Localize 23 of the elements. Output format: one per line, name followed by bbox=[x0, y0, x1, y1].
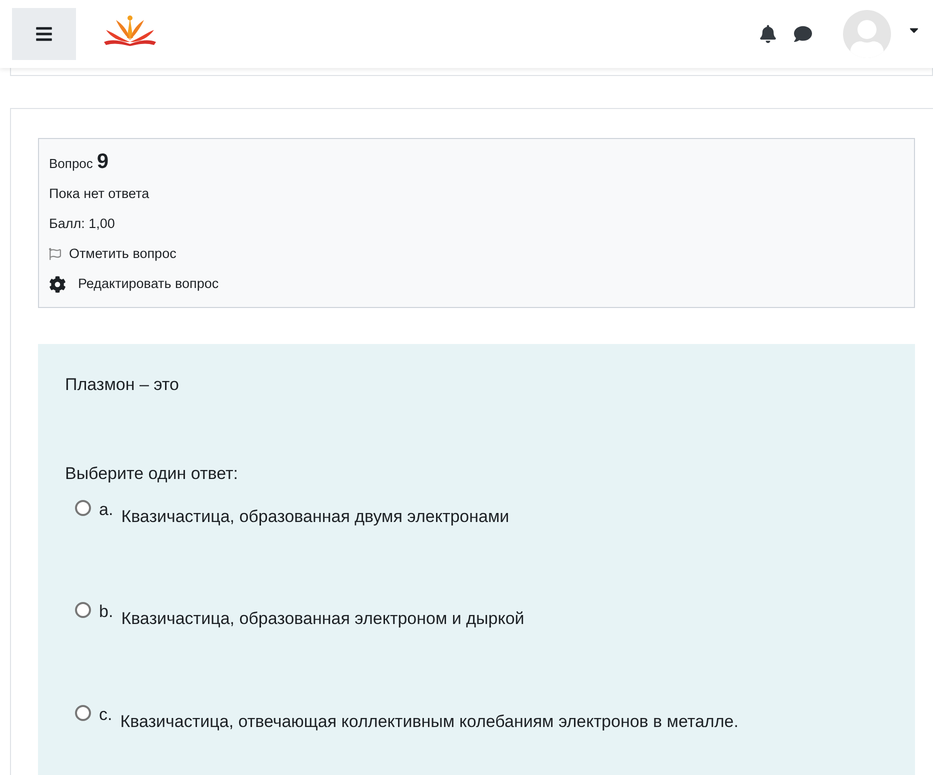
option-letter: b. bbox=[99, 601, 114, 623]
menu-icon bbox=[35, 25, 53, 43]
radio-button[interactable] bbox=[75, 602, 91, 618]
question-number: 9 bbox=[96, 151, 109, 172]
option-text: Квазичастица, образованная электроном и дыркой bbox=[121, 608, 524, 630]
message-icon[interactable] bbox=[793, 25, 813, 43]
radio-button[interactable] bbox=[75, 500, 91, 516]
edit-question-link[interactable]: Редактировать вопрос bbox=[78, 274, 219, 294]
settings-icon bbox=[49, 276, 66, 293]
question-label: Вопрос bbox=[49, 155, 93, 173]
answer-prompt: Выберите один ответ: bbox=[65, 463, 239, 485]
menu-button[interactable] bbox=[12, 8, 76, 60]
answer-status: Пока нет ответа bbox=[49, 184, 150, 202]
question-mark: Балл: 1,00 bbox=[49, 214, 116, 233]
question-text: Плазмон – это bbox=[65, 374, 180, 396]
option-letter: c. bbox=[99, 704, 112, 726]
flag-icon[interactable] bbox=[49, 247, 61, 262]
flag-question-link[interactable]: Отметить вопрос bbox=[69, 244, 176, 264]
option-text: Квазичастица, отвечающая коллективным колебаниям электронов в металле. bbox=[120, 710, 738, 732]
option-text: Квазичастица, образованная двумя электронами bbox=[121, 506, 510, 528]
option-letter: a. bbox=[99, 498, 114, 520]
radio-button[interactable] bbox=[75, 704, 91, 720]
notification-icon[interactable] bbox=[759, 25, 777, 43]
